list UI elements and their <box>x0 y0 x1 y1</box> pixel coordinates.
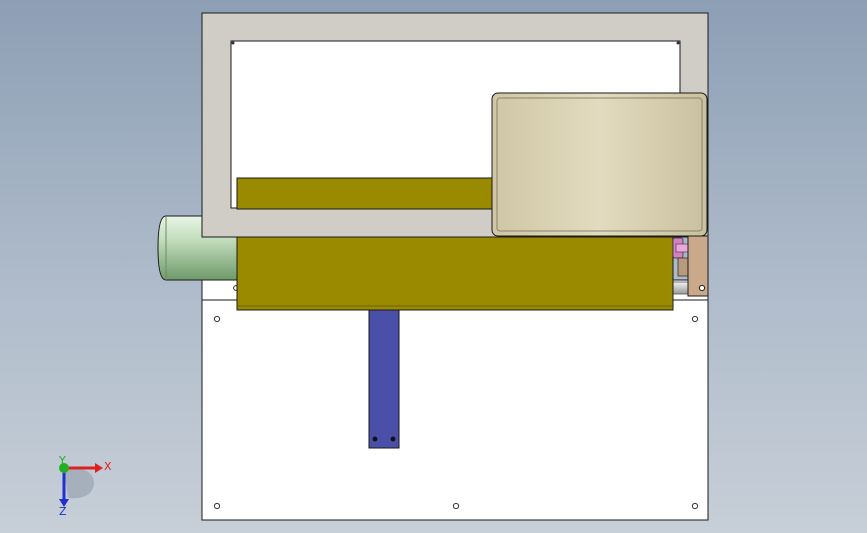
mount-hole <box>691 315 699 323</box>
mount-hole <box>452 502 460 510</box>
housing-box[interactable] <box>491 92 708 237</box>
vertical-arm[interactable] <box>368 309 400 449</box>
base-plate[interactable] <box>201 299 709 521</box>
arm-hole <box>372 436 378 442</box>
lower-rail[interactable] <box>236 235 674 311</box>
arm-hole <box>390 436 396 442</box>
triad-shadow <box>64 467 94 499</box>
frame-corner-mark <box>676 41 680 45</box>
axis-triad: X Y Z <box>58 454 112 518</box>
mount-hole <box>213 502 221 510</box>
bracket-hole <box>698 284 706 292</box>
upper-slider[interactable] <box>236 177 494 210</box>
mount-hole <box>691 502 699 510</box>
end-bracket[interactable] <box>687 235 709 297</box>
x-axis-label: X <box>104 460 112 473</box>
cad-viewport[interactable]: X Y Z <box>0 0 867 533</box>
z-axis-label: Z <box>59 505 67 518</box>
mount-hole <box>213 315 221 323</box>
y-axis-label: Y <box>58 454 66 467</box>
x-axis-arrow <box>95 463 103 473</box>
cad-model-view[interactable]: X Y Z <box>0 0 867 533</box>
bracket-step <box>677 257 689 277</box>
frame-corner-mark <box>231 41 235 45</box>
gear-part <box>675 243 689 253</box>
